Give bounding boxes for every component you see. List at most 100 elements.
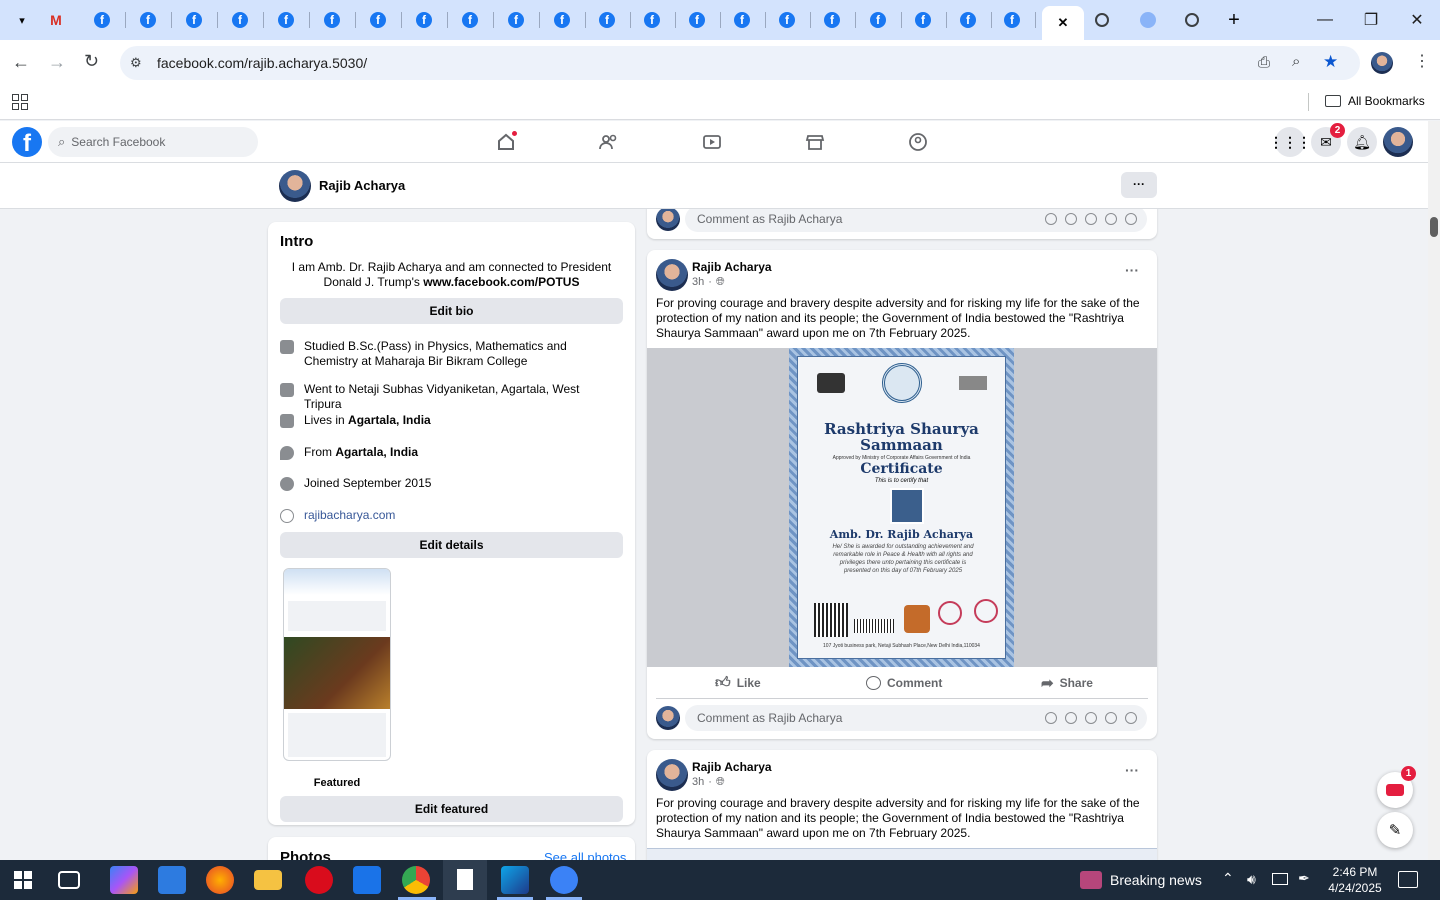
tab-facebook[interactable]: f — [632, 6, 672, 34]
website-link[interactable]: rajibacharya.com — [304, 508, 395, 523]
post-author[interactable]: Rajib Acharya — [692, 260, 772, 274]
task-view-icon[interactable] — [58, 871, 80, 889]
account-avatar[interactable] — [1383, 127, 1413, 157]
tab-active[interactable]: ✕ — [1042, 6, 1084, 40]
featured-thumbnail[interactable] — [283, 568, 391, 761]
sticker-icon[interactable] — [1125, 712, 1137, 724]
page-scrollbar[interactable] — [1428, 121, 1440, 860]
forward-icon[interactable]: → — [48, 52, 66, 73]
emoji-icon[interactable] — [1065, 712, 1077, 724]
tab-facebook[interactable]: f — [358, 6, 398, 34]
store-icon[interactable] — [353, 866, 381, 894]
address-bar[interactable]: ⚙ facebook.com/rajib.acharya.5030/ ⎙ ⌕ ★ — [120, 46, 1360, 80]
edit-featured-button[interactable]: Edit featured — [280, 796, 623, 822]
messenger-icon[interactable]: ✉ 2 — [1311, 123, 1345, 157]
new-tab-button[interactable]: + — [1214, 6, 1254, 34]
network-icon[interactable] — [1272, 873, 1288, 885]
speaker-icon[interactable]: 🔊︎ — [1247, 871, 1256, 888]
comment-input[interactable]: Comment as Rajib Acharya — [685, 209, 1147, 232]
tab-globe-1[interactable] — [1082, 6, 1122, 34]
profile-avatar[interactable] — [279, 170, 311, 202]
chevron-up-icon[interactable]: ⌃ — [1222, 870, 1234, 887]
tab-facebook[interactable]: f — [587, 6, 627, 34]
tab-facebook[interactable]: f — [677, 6, 717, 34]
tab-facebook[interactable]: f — [82, 6, 122, 34]
chrome-profile-avatar[interactable] — [1371, 52, 1393, 74]
intro-item-place[interactable]: Agartala, India — [348, 413, 431, 427]
tab-facebook[interactable]: f — [220, 6, 260, 34]
tab-app[interactable] — [1128, 6, 1168, 34]
site-info-icon[interactable]: ⚙ — [130, 55, 142, 71]
watch-icon[interactable] — [701, 131, 723, 153]
bio-link[interactable]: www.facebook.com/POTUS — [423, 275, 579, 289]
avatar-sticker-icon[interactable] — [1045, 213, 1057, 225]
close-icon[interactable]: ✕ — [1058, 15, 1069, 31]
app-icon[interactable] — [550, 866, 578, 894]
comment-input[interactable]: Comment as Rajib Acharya — [685, 705, 1147, 731]
opera-icon[interactable] — [305, 866, 333, 894]
close-window-button[interactable]: ✕ — [1394, 0, 1440, 40]
menu-grid-icon[interactable]: ⋮⋮⋮ — [1269, 127, 1311, 157]
gif-icon[interactable] — [1105, 213, 1117, 225]
news-chat-button[interactable]: 1 — [1377, 766, 1416, 808]
tab-facebook[interactable]: f — [266, 6, 306, 34]
marketplace-icon[interactable] — [804, 131, 826, 153]
post-time[interactable]: 3h — [692, 776, 704, 789]
avatar-sticker-icon[interactable] — [1045, 712, 1057, 724]
firefox-icon[interactable] — [206, 866, 234, 894]
profile-name[interactable]: Rajib Acharya — [319, 178, 405, 193]
post-author-avatar[interactable] — [656, 759, 688, 791]
gif-icon[interactable] — [1105, 712, 1117, 724]
camera-icon[interactable] — [1085, 712, 1097, 724]
home-icon[interactable] — [495, 130, 518, 153]
windows-start-icon[interactable] — [14, 871, 32, 889]
new-message-button[interactable]: ✎ — [1377, 812, 1413, 848]
install-icon[interactable]: ⎙ — [1258, 54, 1270, 71]
copilot-icon[interactable] — [110, 866, 138, 894]
chrome-icon[interactable] — [402, 866, 430, 894]
tab-facebook[interactable]: f — [496, 6, 536, 34]
profile-more-button[interactable]: ··· — [1121, 172, 1157, 198]
intro-item-place[interactable]: Agartala, India — [335, 445, 418, 459]
all-bookmarks-button[interactable]: All Bookmarks — [1325, 94, 1425, 108]
post-time[interactable]: 3h — [692, 276, 704, 289]
tab-facebook[interactable]: f — [542, 6, 582, 34]
post-image[interactable] — [647, 848, 1157, 860]
tab-facebook[interactable]: f — [722, 6, 762, 34]
tab-facebook[interactable]: f — [404, 6, 444, 34]
sticker-icon[interactable] — [1125, 213, 1137, 225]
back-icon[interactable]: ← — [12, 52, 30, 73]
tab-gmail[interactable]: M — [36, 6, 76, 34]
notifications-bell-icon[interactable]: 🔔︎ — [1347, 127, 1377, 157]
tab-facebook[interactable]: f — [948, 6, 988, 34]
facebook-logo-icon[interactable]: f — [12, 127, 42, 157]
tab-facebook[interactable]: f — [858, 6, 898, 34]
groups-icon[interactable] — [907, 131, 929, 153]
camera-icon[interactable] — [1085, 213, 1097, 225]
reload-icon[interactable]: ↻ — [84, 51, 99, 72]
chrome-menu-icon[interactable]: ⋮ — [1414, 51, 1430, 71]
edit-bio-button[interactable]: Edit bio — [280, 298, 623, 324]
comment-button[interactable]: Comment — [866, 668, 942, 698]
pen-icon[interactable]: ✒ — [1298, 870, 1310, 887]
clock[interactable]: 2:46 PM 4/24/2025 — [1322, 864, 1388, 896]
search-input[interactable]: ⌕ Search Facebook — [48, 127, 258, 157]
taskbar-active-app[interactable] — [443, 860, 487, 900]
scrollbar-thumb[interactable] — [1430, 217, 1438, 237]
see-all-photos-link[interactable]: See all photos — [544, 850, 626, 860]
tab-facebook[interactable]: f — [812, 6, 852, 34]
share-button[interactable]: ➦ Share — [1041, 668, 1093, 698]
tab-facebook[interactable]: f — [174, 6, 214, 34]
post-author-avatar[interactable] — [656, 259, 688, 291]
tab-facebook[interactable]: f — [992, 6, 1032, 34]
tab-facebook[interactable]: f — [903, 6, 943, 34]
tab-facebook[interactable]: f — [312, 6, 352, 34]
tab-facebook[interactable]: f — [128, 6, 168, 34]
edit-details-button[interactable]: Edit details — [280, 532, 623, 558]
restore-button[interactable]: ❐ — [1348, 0, 1394, 40]
tab-facebook[interactable]: f — [767, 6, 807, 34]
minimize-button[interactable]: — — [1302, 0, 1348, 40]
app-icon[interactable] — [158, 866, 186, 894]
notification-center-icon[interactable] — [1398, 871, 1418, 888]
url-text[interactable]: facebook.com/rajib.acharya.5030/ — [157, 55, 367, 71]
